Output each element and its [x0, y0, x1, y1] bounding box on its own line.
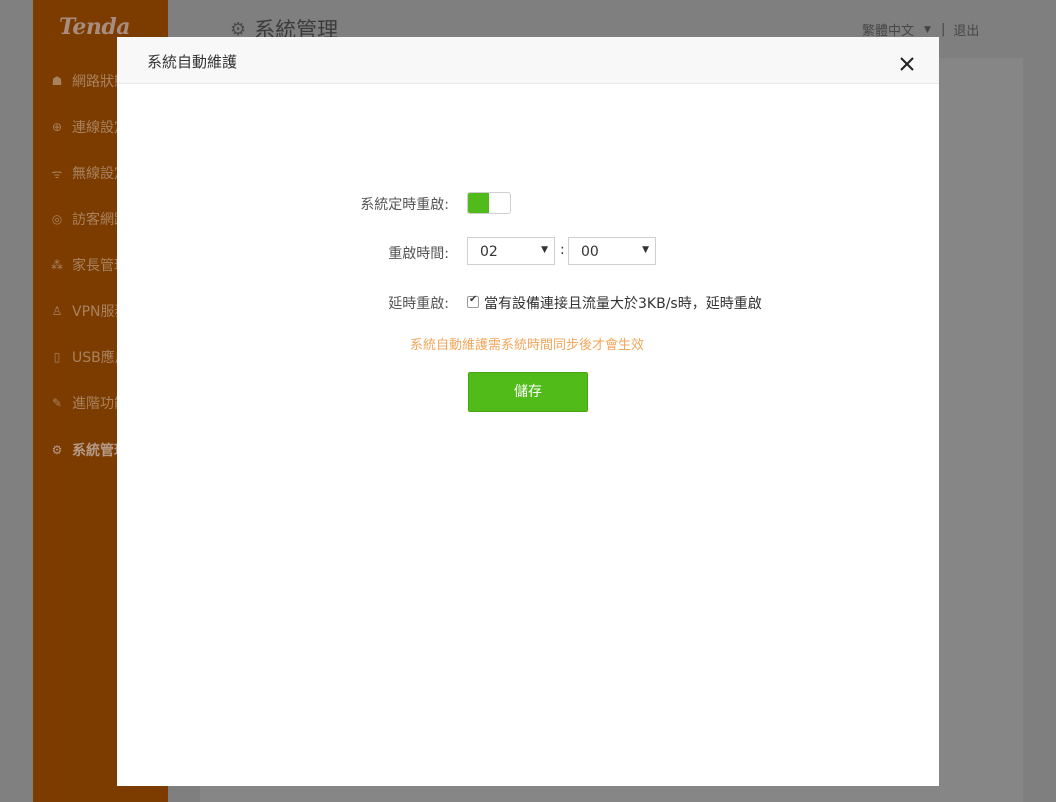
time-sync-notice: 系統自動維護需系統時間同步後才會生效	[117, 334, 939, 353]
gear-icon: ⚙	[51, 443, 63, 457]
save-button[interactable]: 儲存	[468, 372, 588, 412]
hour-value: 02	[480, 244, 498, 260]
close-icon	[900, 57, 914, 71]
modal-title: 系統自動維護	[147, 53, 238, 71]
minute-value: 00	[581, 244, 599, 260]
wifi-icon: ᯤ	[51, 166, 63, 181]
globe-icon: ⊕	[51, 120, 63, 134]
time-separator: :	[560, 242, 565, 258]
delay-reboot-checkbox[interactable]: ✔	[467, 294, 479, 308]
toggle-on-indicator	[468, 193, 489, 213]
notice-text: 系統自動維護需系統時間同步後才會生效	[409, 338, 644, 353]
close-button[interactable]	[895, 51, 919, 75]
scheduled-reboot-toggle[interactable]	[467, 192, 511, 214]
chevron-down-icon: ▼	[541, 245, 548, 255]
minute-select[interactable]: 00 ▼	[568, 237, 656, 265]
chevron-down-icon: ▼	[642, 245, 649, 255]
logout-link[interactable]: 退出	[953, 20, 979, 39]
delay-reboot-label: 延時重啟:	[388, 296, 449, 312]
network-status-icon: ☗	[51, 74, 63, 88]
hour-select[interactable]: 02 ▼	[467, 237, 555, 265]
wrench-icon: ✎	[51, 396, 63, 410]
delay-reboot-text: 當有設備連接且流量大於3KB/s時，延時重啟	[484, 296, 762, 312]
chevron-down-icon[interactable]: ▼	[924, 25, 931, 35]
reboot-time-label: 重啟時間:	[388, 246, 449, 262]
scheduled-reboot-label: 系統定時重啟:	[360, 197, 449, 213]
modal-header: 系統自動維護	[117, 37, 939, 84]
checkmark-icon: ✔	[469, 294, 478, 305]
guest-icon: ◎	[51, 212, 63, 226]
auto-maintenance-dialog: 系統自動維護 系統定時重啟: 重啟時間: 02 ▼ : 00 ▼ 延時重啟: ✔…	[117, 37, 939, 786]
usb-icon: ▯	[53, 350, 61, 364]
vpn-icon: ♙	[51, 304, 63, 318]
parental-icon: ⁂	[51, 258, 63, 272]
divider: |	[940, 22, 946, 37]
